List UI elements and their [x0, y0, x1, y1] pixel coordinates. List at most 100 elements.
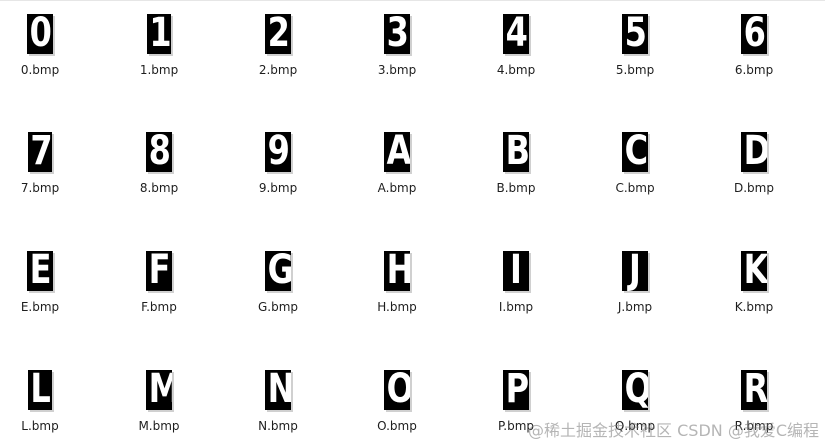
file-item[interactable]: D D.bmp: [704, 118, 804, 218]
bmp-thumbnail-icon: M: [146, 370, 172, 410]
file-name-label: C.bmp: [615, 181, 655, 195]
file-name-label: O.bmp: [377, 419, 417, 433]
file-name-label: 7.bmp: [20, 181, 60, 195]
file-name-label: 5.bmp: [615, 63, 655, 77]
file-name-label: R.bmp: [734, 419, 774, 433]
bmp-thumbnail-icon: O: [384, 370, 410, 410]
file-name-label: G.bmp: [257, 300, 299, 314]
file-item[interactable]: H H.bmp: [347, 237, 447, 337]
file-name-label: D.bmp: [734, 181, 774, 195]
file-item[interactable]: 4 4.bmp: [466, 0, 566, 100]
thumbnail-glyph: M: [149, 370, 172, 410]
thumbnail-glyph: 2: [267, 14, 290, 54]
file-item[interactable]: B B.bmp: [466, 118, 566, 218]
thumbnail-glyph: 4: [505, 14, 528, 54]
thumbnail-glyph: D: [744, 132, 767, 172]
file-name-label: H.bmp: [377, 300, 417, 314]
file-item[interactable]: L L.bmp: [0, 356, 90, 447]
thumbnail-glyph: H: [387, 251, 410, 291]
file-item[interactable]: 0 0.bmp: [0, 0, 90, 100]
file-name-label: 1.bmp: [139, 63, 179, 77]
bmp-thumbnail-icon: R: [741, 370, 767, 410]
file-item[interactable]: R R.bmp: [704, 356, 804, 447]
thumbnail-glyph: F: [148, 251, 171, 291]
bmp-thumbnail-icon: P: [503, 370, 529, 410]
file-item[interactable]: 7 7.bmp: [0, 118, 90, 218]
bmp-thumbnail-icon: I: [503, 251, 529, 291]
thumbnail-glyph: L: [30, 370, 51, 410]
file-item[interactable]: 5 5.bmp: [585, 0, 685, 100]
thumbnail-glyph: C: [624, 132, 648, 172]
bmp-thumbnail-icon: 3: [384, 14, 410, 54]
thumbnail-glyph: O: [387, 370, 410, 410]
bmp-thumbnail-icon: 0: [27, 14, 53, 54]
file-item[interactable]: 2 2.bmp: [228, 0, 328, 100]
file-item[interactable]: J J.bmp: [585, 237, 685, 337]
file-name-label: 0.bmp: [20, 63, 60, 77]
file-item[interactable]: Q Q.bmp: [585, 356, 685, 447]
thumbnail-glyph: 7: [30, 132, 52, 172]
file-name-label: I.bmp: [498, 300, 534, 314]
file-name-label: M.bmp: [138, 419, 180, 433]
thumbnail-glyph: A: [386, 132, 410, 172]
thumbnail-glyph: Q: [625, 370, 648, 410]
file-name-label: K.bmp: [734, 300, 774, 314]
file-name-label: 4.bmp: [496, 63, 536, 77]
file-item[interactable]: 1 1.bmp: [109, 0, 209, 100]
file-item[interactable]: G G.bmp: [228, 237, 328, 337]
file-name-label: A.bmp: [377, 181, 417, 195]
file-name-label: N.bmp: [258, 419, 298, 433]
bmp-thumbnail-icon: 9: [265, 132, 291, 172]
thumbnail-glyph: 5: [624, 14, 647, 54]
file-item[interactable]: E E.bmp: [0, 237, 90, 337]
thumbnail-glyph: 8: [148, 132, 171, 172]
thumbnail-glyph: 0: [29, 14, 52, 54]
bmp-thumbnail-icon: K: [741, 251, 767, 291]
file-item[interactable]: N N.bmp: [228, 356, 328, 447]
file-item[interactable]: I I.bmp: [466, 237, 566, 337]
file-item[interactable]: 8 8.bmp: [109, 118, 209, 218]
file-name-label: Q.bmp: [614, 419, 656, 433]
bmp-thumbnail-icon: 8: [146, 132, 172, 172]
file-name-label: 2.bmp: [258, 63, 298, 77]
thumbnail-glyph: R: [743, 370, 767, 410]
file-name-label: J.bmp: [617, 300, 653, 314]
file-item[interactable]: K K.bmp: [704, 237, 804, 337]
file-item[interactable]: P P.bmp: [466, 356, 566, 447]
file-explorer-view: 0 0.bmp 1 1.bmp 2 2.bmp 3 3.bmp 4 4.bmp 5 5.bmp 6 6.b…: [0, 0, 825, 447]
bmp-thumbnail-icon: 5: [622, 14, 648, 54]
file-item[interactable]: 6 6.bmp: [704, 0, 804, 100]
bmp-thumbnail-icon: A: [384, 132, 410, 172]
bmp-thumbnail-icon: Q: [622, 370, 648, 410]
bmp-thumbnail-icon: E: [27, 251, 53, 291]
thumbnail-glyph: E: [29, 251, 52, 291]
thumbnail-glyph: 6: [743, 14, 766, 54]
bmp-thumbnail-icon: N: [265, 370, 291, 410]
thumbnail-glyph: 1: [149, 14, 171, 54]
thumbnail-glyph: B: [505, 132, 529, 172]
thumbnail-glyph: K: [743, 251, 767, 291]
bmp-thumbnail-icon: 7: [28, 132, 52, 172]
bmp-thumbnail-icon: L: [28, 370, 52, 410]
bmp-thumbnail-icon: C: [622, 132, 648, 172]
file-name-label: 3.bmp: [377, 63, 417, 77]
file-item[interactable]: C C.bmp: [585, 118, 685, 218]
file-name-label: B.bmp: [496, 181, 536, 195]
file-item[interactable]: O O.bmp: [347, 356, 447, 447]
file-item[interactable]: 9 9.bmp: [228, 118, 328, 218]
thumbnail-glyph: P: [505, 370, 529, 410]
file-name-label: 8.bmp: [139, 181, 179, 195]
bmp-thumbnail-icon: H: [384, 251, 410, 291]
bmp-thumbnail-icon: 1: [147, 14, 171, 54]
bmp-thumbnail-icon: 4: [503, 14, 529, 54]
file-item[interactable]: A A.bmp: [347, 118, 447, 218]
file-name-label: L.bmp: [21, 419, 59, 433]
bmp-thumbnail-icon: F: [146, 251, 172, 291]
bmp-thumbnail-icon: D: [741, 132, 767, 172]
file-item[interactable]: F F.bmp: [109, 237, 209, 337]
bmp-thumbnail-icon: B: [503, 132, 529, 172]
file-name-label: P.bmp: [497, 419, 535, 433]
file-name-label: 6.bmp: [734, 63, 774, 77]
file-item[interactable]: 3 3.bmp: [347, 0, 447, 100]
file-item[interactable]: M M.bmp: [109, 356, 209, 447]
